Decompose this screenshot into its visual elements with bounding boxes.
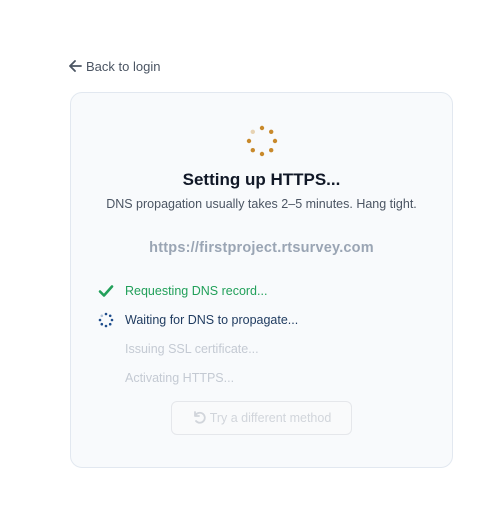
checkmark-icon [96, 283, 116, 299]
step-label: Activating HTTPS... [125, 370, 235, 385]
page-subtitle: DNS propagation usually takes 2–5 minute… [106, 197, 417, 211]
page-title: Setting up HTTPS... [182, 170, 341, 189]
step-label: Issuing SSL certificate... [125, 341, 259, 356]
small-spinner-icon [96, 312, 116, 328]
undo-icon [192, 410, 206, 427]
https-setup-card: Setting up HTTPS... DNS propagation usua… [70, 92, 453, 468]
back-to-login-label: Back to login [86, 58, 161, 74]
step-requesting-dns: Requesting DNS record... [96, 276, 298, 305]
step-label: Waiting for DNS to propagate... [125, 312, 299, 327]
step-label: Requesting DNS record... [125, 283, 268, 298]
step-waiting-dns: Waiting for DNS to propagate... [96, 305, 298, 334]
retry-button-label: Try a different method [209, 411, 332, 425]
arrow-left-icon [69, 60, 82, 72]
try-different-method-button[interactable]: Try a different method [171, 401, 352, 435]
domain-url: https://firstproject.rtsurvey.com [149, 240, 374, 256]
back-to-login-link[interactable]: Back to login [69, 57, 160, 75]
step-issuing-ssl: Issuing SSL certificate... [96, 334, 298, 363]
progress-steps: Requesting DNS record... Waiting for DNS… [96, 276, 298, 392]
loading-spinner-icon [245, 124, 279, 158]
step-activating-https: Activating HTTPS... [96, 363, 298, 392]
